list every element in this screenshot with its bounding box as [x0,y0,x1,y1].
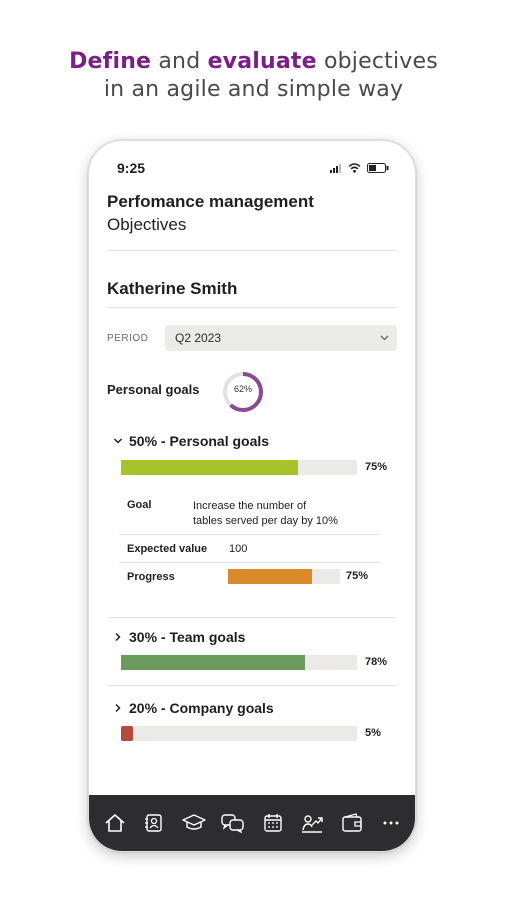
team-goals-bar [121,655,357,670]
section-company-goals-header[interactable]: 20% - Company goals [113,700,274,716]
period-select[interactable]: Q2 2023 [165,325,397,351]
company-goals-bar-fill [121,726,133,741]
more-icon[interactable] [376,808,406,838]
bottom-nav [89,795,415,851]
expected-value: 100 [229,543,248,555]
performance-icon[interactable] [297,808,327,838]
row-divider [119,562,381,563]
graduation-cap-icon[interactable] [179,808,209,838]
company-goals-bar [121,726,357,741]
calendar-icon[interactable] [258,808,288,838]
phone-frame: 9:25 Perfomance management Objectives Ka… [88,140,416,852]
headline-line2: in an agile and simple way [103,77,404,102]
status-time: 9:25 [117,160,146,176]
goal-text-line2: tables served per day by 10% [193,515,338,527]
name-divider [107,307,397,308]
expected-value-key: Expected value [127,543,208,555]
section-divider [107,685,397,686]
headline-and: and [151,49,208,74]
headline: Define and evaluate objectives in an agi… [0,48,507,104]
section-team-goals-header[interactable]: 30% - Team goals [113,629,245,645]
battery-icon [367,163,389,173]
goal-text: Increase the number of tables served per… [193,499,393,529]
contacts-icon[interactable] [139,808,169,838]
goal-text-line1: Increase the number of [193,500,307,512]
employee-name: Katherine Smith [107,279,238,298]
goal-progress-bar [228,569,340,584]
section-title: 50% - Personal goals [129,433,270,449]
personal-goals-percent: 62% [233,384,252,394]
home-icon[interactable] [100,808,130,838]
app-title: Perfomance management [107,192,314,211]
chat-icon[interactable] [218,808,248,838]
section-title: 20% - Company goals [129,700,274,716]
headline-define: Define [69,49,152,74]
personal-goals-bar [121,460,357,475]
page-subtitle: Objectives [107,215,187,234]
signal-icon [330,163,341,173]
chevron-down-icon [380,335,389,341]
chevron-right-icon [115,632,121,642]
headline-evaluate: evaluate [207,49,317,74]
period-label: PERIOD [107,333,149,344]
personal-goals-percent-label: 75% [365,461,388,473]
team-goals-bar-fill [121,655,306,670]
section-title: 30% - Team goals [129,629,246,645]
chevron-right-icon [115,703,121,713]
goal-progress-bar-fill [228,569,312,584]
personal-goals-label: Personal goals [107,382,200,397]
header-divider [107,250,397,251]
section-personal-goals-header[interactable]: 50% - Personal goals [113,433,269,449]
headline-objectives: objectives [316,49,438,74]
chevron-down-icon [113,438,123,444]
goal-progress-key: Progress [127,571,175,583]
wifi-icon [348,163,361,173]
wallet-icon[interactable] [337,808,367,838]
row-divider [119,534,381,535]
status-bar: 9:25 [117,159,389,177]
team-goals-percent-label: 78% [365,656,388,668]
section-divider [107,617,397,618]
company-goals-percent-label: 5% [365,727,381,739]
period-value: Q2 2023 [175,331,222,345]
personal-goals-bar-fill [121,460,298,475]
goal-progress-percent: 75% [346,570,369,582]
status-icons [330,163,389,173]
